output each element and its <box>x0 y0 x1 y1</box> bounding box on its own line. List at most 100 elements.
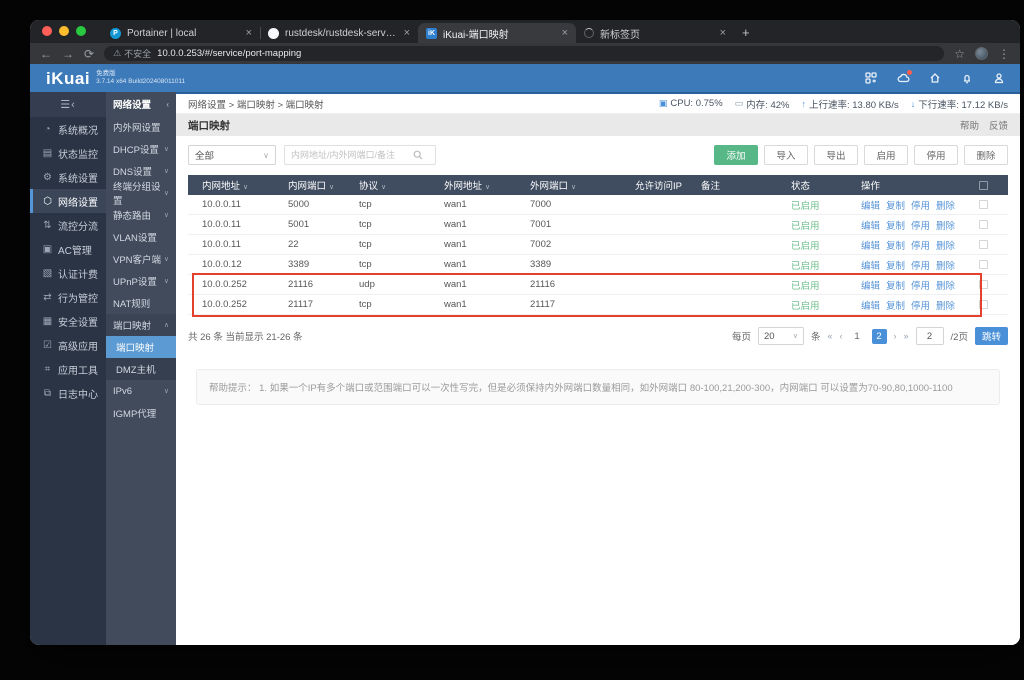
bell-icon[interactable] <box>960 71 974 85</box>
copy-link[interactable]: 复制 <box>886 198 905 212</box>
per-page-select[interactable]: 20 ∨ <box>758 327 804 345</box>
submenu-item-static-routes[interactable]: 静态路由 ∨ <box>106 204 176 226</box>
sidebar-item-auth-billing[interactable]: ▧ 认证计费 <box>30 261 106 285</box>
table-row[interactable]: 10.0.0.252 21116 udp wan1 21116 已启用 编辑 复制… <box>188 275 1008 295</box>
submenu-item-nat-rules[interactable]: NAT规则 <box>106 292 176 314</box>
sidebar-collapse-button[interactable]: ☰‹ <box>30 92 106 117</box>
disable-link[interactable]: 停用 <box>911 298 930 312</box>
new-tab-button[interactable]: + <box>742 25 750 43</box>
search-input[interactable] <box>291 150 409 160</box>
edit-link[interactable]: 编辑 <box>861 238 880 252</box>
sort-icon[interactable]: ∨ <box>243 184 248 191</box>
sort-icon[interactable]: ∨ <box>571 184 576 191</box>
disable-link[interactable]: 停用 <box>911 258 930 272</box>
sidebar-item-log-center[interactable]: ⧉ 日志中心 <box>30 381 106 405</box>
security-chip[interactable]: ⚠ 不安全 <box>113 47 151 60</box>
edit-link[interactable]: 编辑 <box>861 298 880 312</box>
sidebar-item-status-monitor[interactable]: ▤ 状态监控 <box>30 141 106 165</box>
submenu-item-dmz-host[interactable]: DMZ主机 <box>106 358 176 380</box>
tab-portainer[interactable]: P Portainer | local × <box>102 23 261 43</box>
submenu-item-wan-lan[interactable]: 内外网设置 <box>106 116 176 138</box>
disable-link[interactable]: 停用 <box>911 238 930 252</box>
cloud-icon[interactable] <box>896 70 912 85</box>
user-icon[interactable] <box>992 71 1006 85</box>
close-tab-icon[interactable]: × <box>246 27 252 39</box>
bookmark-star-icon[interactable]: ☆ <box>954 48 965 60</box>
disable-link[interactable]: 停用 <box>911 198 930 212</box>
sidebar-item-flow-control[interactable]: ⇅ 流控分流 <box>30 213 106 237</box>
submenu-item-vpn-client[interactable]: VPN客户端 ∨ <box>106 248 176 270</box>
tab-ikuai-active[interactable]: iK iKuai-端口映射 × <box>418 23 576 43</box>
prev-page-button[interactable]: ‹ <box>840 331 843 341</box>
select-all-checkbox[interactable] <box>979 180 988 190</box>
sidebar-item-system-settings[interactable]: ⚙ 系统设置 <box>30 165 106 189</box>
submenu-item-port-mapping-active[interactable]: 端口映射 <box>106 336 176 358</box>
reload-icon[interactable]: ⟳ <box>84 48 94 60</box>
table-row[interactable]: 10.0.0.11 22 tcp wan1 7002 已启用 编辑 复制 停用 删除 <box>188 235 1008 255</box>
submenu-item-port-mapping-group[interactable]: 端口映射 ∧ <box>106 314 176 336</box>
row-checkbox[interactable] <box>979 240 988 249</box>
delete-link[interactable]: 删除 <box>936 218 955 232</box>
submenu-item-terminal-groups[interactable]: 终端分组设置 ∨ <box>106 182 176 207</box>
row-checkbox[interactable] <box>979 280 988 289</box>
delete-button[interactable]: 删除 <box>964 145 1008 165</box>
col-header-wan[interactable]: 外网地址 ∨ <box>444 178 530 192</box>
edit-link[interactable]: 编辑 <box>861 198 880 212</box>
submenu-item-ipv6[interactable]: IPv6 ∨ <box>106 380 176 402</box>
table-row[interactable]: 10.0.0.252 21117 tcp wan1 21117 已启用 编辑 复制… <box>188 295 1008 315</box>
browser-profile-avatar[interactable] <box>975 47 988 60</box>
submenu-title[interactable]: 网络设置 ‹ <box>106 92 176 116</box>
disable-link[interactable]: 停用 <box>911 218 930 232</box>
sort-icon[interactable]: ∨ <box>329 184 334 191</box>
close-tab-icon[interactable]: × <box>720 27 726 39</box>
table-row[interactable]: 10.0.0.11 5001 tcp wan1 7001 已启用 编辑 复制 停用删… <box>188 215 1008 235</box>
delete-link[interactable]: 删除 <box>936 298 955 312</box>
submenu-item-dhcp[interactable]: DHCP设置 ∨ <box>106 138 176 160</box>
back-icon[interactable]: ← <box>40 48 52 60</box>
delete-link[interactable]: 删除 <box>936 258 955 272</box>
first-page-button[interactable]: « <box>828 331 833 341</box>
export-button[interactable]: 导出 <box>814 145 858 165</box>
page-1-button[interactable]: 1 <box>850 329 865 344</box>
submenu-item-upnp[interactable]: UPnP设置 ∨ <box>106 270 176 292</box>
search-icon[interactable] <box>413 150 423 160</box>
submenu-item-igmp-proxy[interactable]: IGMP代理 <box>106 402 176 424</box>
sidebar-item-ac-management[interactable]: ▣ AC管理 <box>30 237 106 261</box>
filter-select[interactable]: 全部 ∨ <box>188 145 276 165</box>
col-header-lan-ip[interactable]: 内网地址 ∨ <box>202 178 288 192</box>
delete-link[interactable]: 删除 <box>936 198 955 212</box>
sidebar-item-advanced-apps[interactable]: ☑ 高级应用 <box>30 333 106 357</box>
minimize-window-button[interactable] <box>59 25 69 36</box>
apps-grid-icon[interactable] <box>864 71 878 85</box>
table-row[interactable]: 10.0.0.11 5000 tcp wan1 7000 已启用 编辑 复制 停用删… <box>188 195 1008 215</box>
row-checkbox[interactable] <box>979 260 988 269</box>
row-checkbox[interactable] <box>979 300 988 309</box>
close-tab-icon[interactable]: × <box>562 27 568 39</box>
browser-menu-icon[interactable]: ⋮ <box>998 48 1010 60</box>
zoom-window-button[interactable] <box>76 25 86 36</box>
edit-link[interactable]: 编辑 <box>861 218 880 232</box>
add-button[interactable]: 添加 <box>714 145 758 165</box>
table-row[interactable]: 10.0.0.12 3389 tcp wan1 3389 已启用 编辑 复制 停用删… <box>188 255 1008 275</box>
jump-button[interactable]: 跳转 <box>974 327 1008 345</box>
row-checkbox[interactable] <box>979 200 988 209</box>
import-button[interactable]: 导入 <box>764 145 808 165</box>
disable-link[interactable]: 停用 <box>911 278 930 292</box>
sidebar-item-app-tools[interactable]: ⌗ 应用工具 <box>30 357 106 381</box>
sidebar-item-behavior-control[interactable]: ⇄ 行为管控 <box>30 285 106 309</box>
copy-link[interactable]: 复制 <box>886 238 905 252</box>
edit-link[interactable]: 编辑 <box>861 278 880 292</box>
tab-rustdesk[interactable]: rustdesk/rustdesk-server: Ru × <box>260 23 418 43</box>
page-2-button[interactable]: 2 <box>871 328 887 344</box>
copy-link[interactable]: 复制 <box>886 218 905 232</box>
col-header-wan-port[interactable]: 外网端口 ∨ <box>530 178 635 192</box>
edit-link[interactable]: 编辑 <box>861 258 880 272</box>
sort-icon[interactable]: ∨ <box>381 184 386 191</box>
next-page-button[interactable]: › <box>894 331 897 341</box>
home-icon[interactable] <box>928 71 942 85</box>
feedback-link[interactable]: 反馈 <box>989 118 1008 132</box>
submenu-item-vlan[interactable]: VLAN设置 <box>106 226 176 248</box>
close-tab-icon[interactable]: × <box>404 27 410 39</box>
address-bar[interactable]: ⚠ 不安全 10.0.0.253/#/service/port-mapping <box>104 46 945 61</box>
help-link[interactable]: 帮助 <box>960 118 979 132</box>
